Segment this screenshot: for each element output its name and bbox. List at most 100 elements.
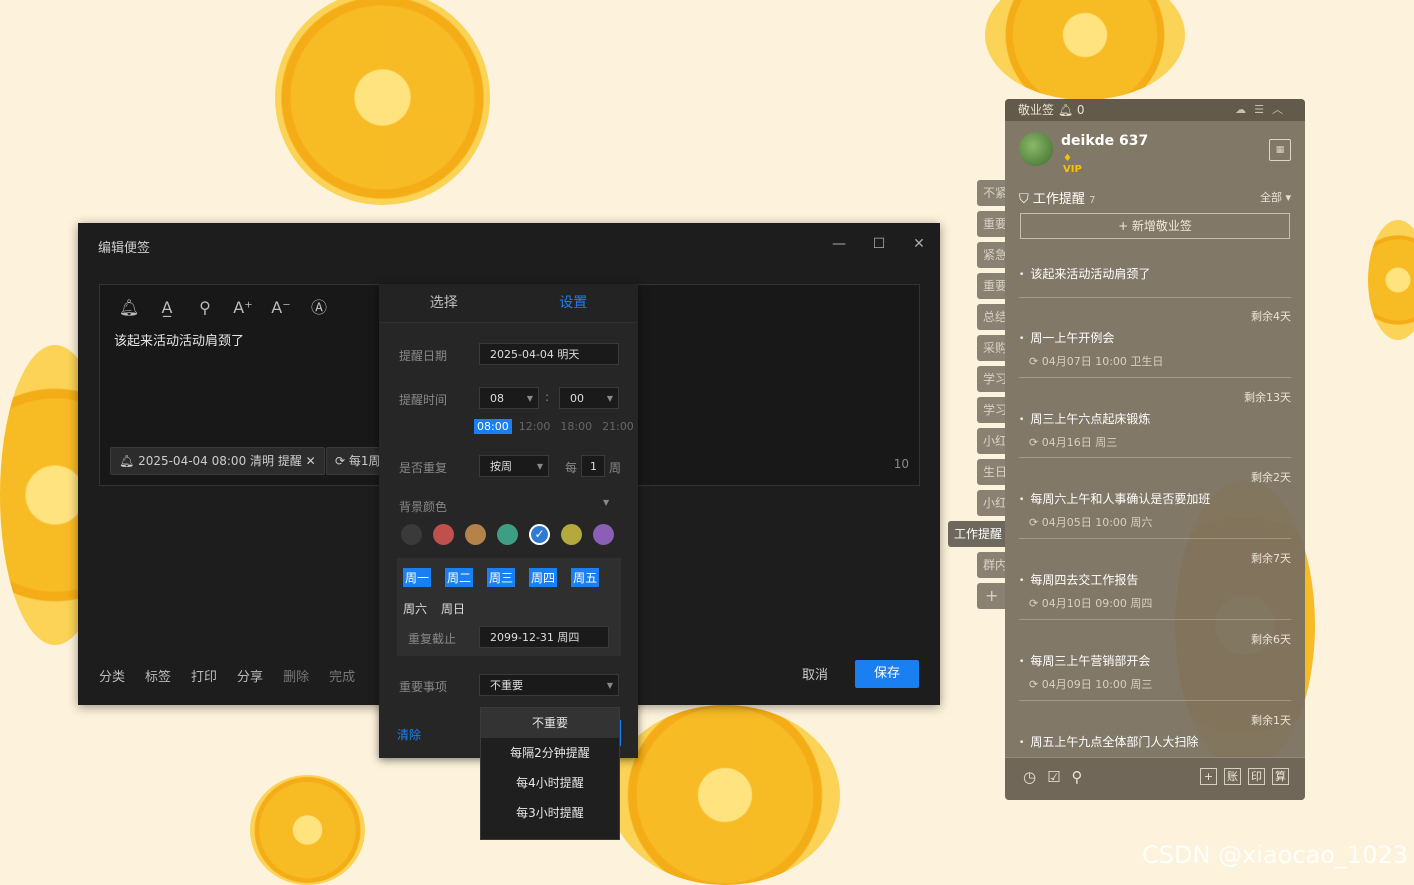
calendar-icon[interactable]: ▦ [1269,139,1291,161]
maximize-button[interactable]: ☐ [868,233,890,255]
color-swatch[interactable] [593,524,614,545]
note-content[interactable]: 该起来活动活动肩颈了 [114,330,244,349]
repeat-end-field[interactable]: 2099-12-31 周四 [479,626,609,648]
importance-option[interactable]: 不重要 [481,708,619,738]
add-category-button[interactable]: + [977,583,1005,609]
note-title: 该起来活动活动肩颈了 [1019,265,1150,282]
reminder-settings-popup: 选择 设置 提醒日期 2025-04-04 明天 提醒时间 08 ▼ : 00 ▼ … [379,284,638,758]
font-decrease-icon[interactable]: A⁻ [270,297,292,319]
clear-format-icon[interactable]: Ⓐ [308,297,330,319]
popup-tabs: 选择 设置 [379,284,638,323]
close-button[interactable]: ✕ [908,233,930,255]
category-tab[interactable]: 不紧 [977,180,1005,206]
category-tab[interactable]: 群内 [977,552,1005,578]
color-swatch[interactable] [497,524,518,545]
complete-button[interactable]: 完成 [329,666,355,685]
category-tab[interactable]: 重要 [977,273,1005,299]
category-tab[interactable]: 学习 [977,366,1005,392]
color-swatch[interactable] [465,524,486,545]
note-schedule-text: 04月16日 周三 [1041,436,1118,449]
weekday-option[interactable]: 周六 [403,599,427,618]
color-swatch[interactable]: ✓ [529,524,550,545]
category-tab[interactable]: 生日 [977,459,1005,485]
category-tab[interactable]: 重要 [977,211,1005,237]
quick-time-option[interactable]: 12:00 [516,419,554,434]
weekday-option[interactable]: 周一 [403,568,432,587]
text-color-icon[interactable]: A̲ [156,297,178,319]
category-tab[interactable]: 总结 [977,304,1005,330]
importance-option[interactable]: 每3小时提醒 [481,798,619,828]
cancel-button[interactable]: 取消 [802,664,828,683]
chevron-down-icon[interactable]: ▼ [603,498,609,507]
quick-time-option[interactable]: 18:00 [557,419,595,434]
color-swatch[interactable] [401,524,422,545]
color-swatch[interactable] [561,524,582,545]
print-icon[interactable]: 印 [1248,768,1265,785]
app-name: 敬业签 [1018,103,1055,117]
search-icon[interactable]: ⚲ [1072,768,1083,786]
bookmark-icon: ⛉ [1019,192,1029,207]
date-field[interactable]: 2025-04-04 明天 [479,343,619,365]
importance-option[interactable]: 每隔2分钟提醒 [481,738,619,768]
cloud-icon[interactable]: ☁ [1235,103,1254,116]
category-tab[interactable]: 工作提醒 [948,521,1005,547]
repeat-mode-select[interactable]: 按周 ▼ [479,455,549,477]
quick-time-option[interactable]: 08:00 [474,419,512,434]
category-button[interactable]: 分类 [99,666,125,685]
tab-settings[interactable]: 设置 [509,284,639,322]
note-list-item[interactable]: 剩余7天每周四去交工作报告 ⟳ 04月10日 09:00 周四 [1019,538,1291,620]
weekday-option[interactable]: 周三 [487,568,516,587]
add-icon[interactable]: + [1200,768,1217,785]
category-tab[interactable]: 小红 [977,428,1005,454]
weekday-option[interactable]: 周日 [441,599,465,618]
menu-icon[interactable]: ☰ [1254,103,1272,116]
new-note-button[interactable]: + 新增敬业签 [1020,213,1290,239]
clock-icon[interactable]: ◷ [1023,768,1036,786]
weekday-option[interactable]: 周五 [571,568,600,587]
reminder-chip[interactable]: 🔔︎ 2025-04-04 08:00 清明 提醒 ✕ [110,447,325,475]
note-schedule: ⟳ 04月09日 10:00 周三 [1029,676,1152,692]
print-button[interactable]: 打印 [191,666,217,685]
checklist-icon[interactable]: ☑ [1047,768,1060,786]
tag-button[interactable]: 标签 [145,666,171,685]
note-list-item[interactable]: 剩余13天周三上午六点起床锻炼 ⟳ 04月16日 周三 [1019,377,1291,458]
note-list-item[interactable]: 剩余2天每周六上午和人事确认是否要加班 ⟳ 04月05日 10:00 周六 [1019,457,1291,539]
category-tab[interactable]: 学习 [977,397,1005,423]
bell-icon[interactable]: 🔔︎ [118,297,140,319]
category-tab[interactable]: 采购 [977,335,1005,361]
section-title: ⛉ 工作提醒 7 [1019,188,1095,207]
note-list-item[interactable]: 该起来活动活动肩颈了 [1019,249,1291,298]
share-button[interactable]: 分享 [237,666,263,685]
color-swatch[interactable] [433,524,454,545]
calculator-icon[interactable]: 算 [1272,768,1289,785]
weekday-list: 周一 周二 周三 周四 周五周六 周日 [403,568,618,618]
minimize-button[interactable]: — [828,233,850,255]
note-list-item[interactable]: 剩余4天周一上午开例会 ⟳ 04月07日 10:00 卫生日 [1019,296,1291,378]
filter-select[interactable]: 全部 ▾ [1260,189,1291,205]
save-button[interactable]: 保存 [855,660,919,688]
avatar[interactable] [1019,132,1053,166]
every-input[interactable]: 1 [581,455,605,477]
tab-select[interactable]: 选择 [379,284,509,322]
username: deikde 637 [1061,133,1149,149]
weekday-option[interactable]: 周二 [445,568,474,587]
delete-button[interactable]: 删除 [283,666,309,685]
category-tab[interactable]: 紧急 [977,242,1005,268]
note-list-item[interactable]: 剩余6天每周三上午营销部开会 ⟳ 04月09日 10:00 周三 [1019,619,1291,701]
weekday-option[interactable]: 周四 [529,568,558,587]
remove-icon[interactable]: ✕ [306,454,316,468]
chevron-down-icon: ▼ [526,394,533,403]
importance-option[interactable]: 每4小时提醒 [481,768,619,798]
category-tab[interactable]: 小红 [977,490,1005,516]
bell-icon[interactable]: 🔔︎ [1058,103,1073,117]
note-list-item[interactable]: 剩余1天周五上午九点全体部门人大扫除 [1019,700,1291,759]
minute-select[interactable]: 00 ▼ [559,387,619,409]
search-icon[interactable]: ⚲ [194,297,216,319]
hour-select[interactable]: 08 ▼ [479,387,539,409]
clear-link[interactable]: 清除 [397,726,421,743]
collapse-icon[interactable]: ︿ [1272,103,1291,116]
account-icon[interactable]: 账 [1224,768,1241,785]
font-increase-icon[interactable]: A⁺ [232,297,254,319]
quick-time-option[interactable]: 21:00 [599,419,637,434]
importance-select[interactable]: 不重要 ▼ [479,674,619,696]
